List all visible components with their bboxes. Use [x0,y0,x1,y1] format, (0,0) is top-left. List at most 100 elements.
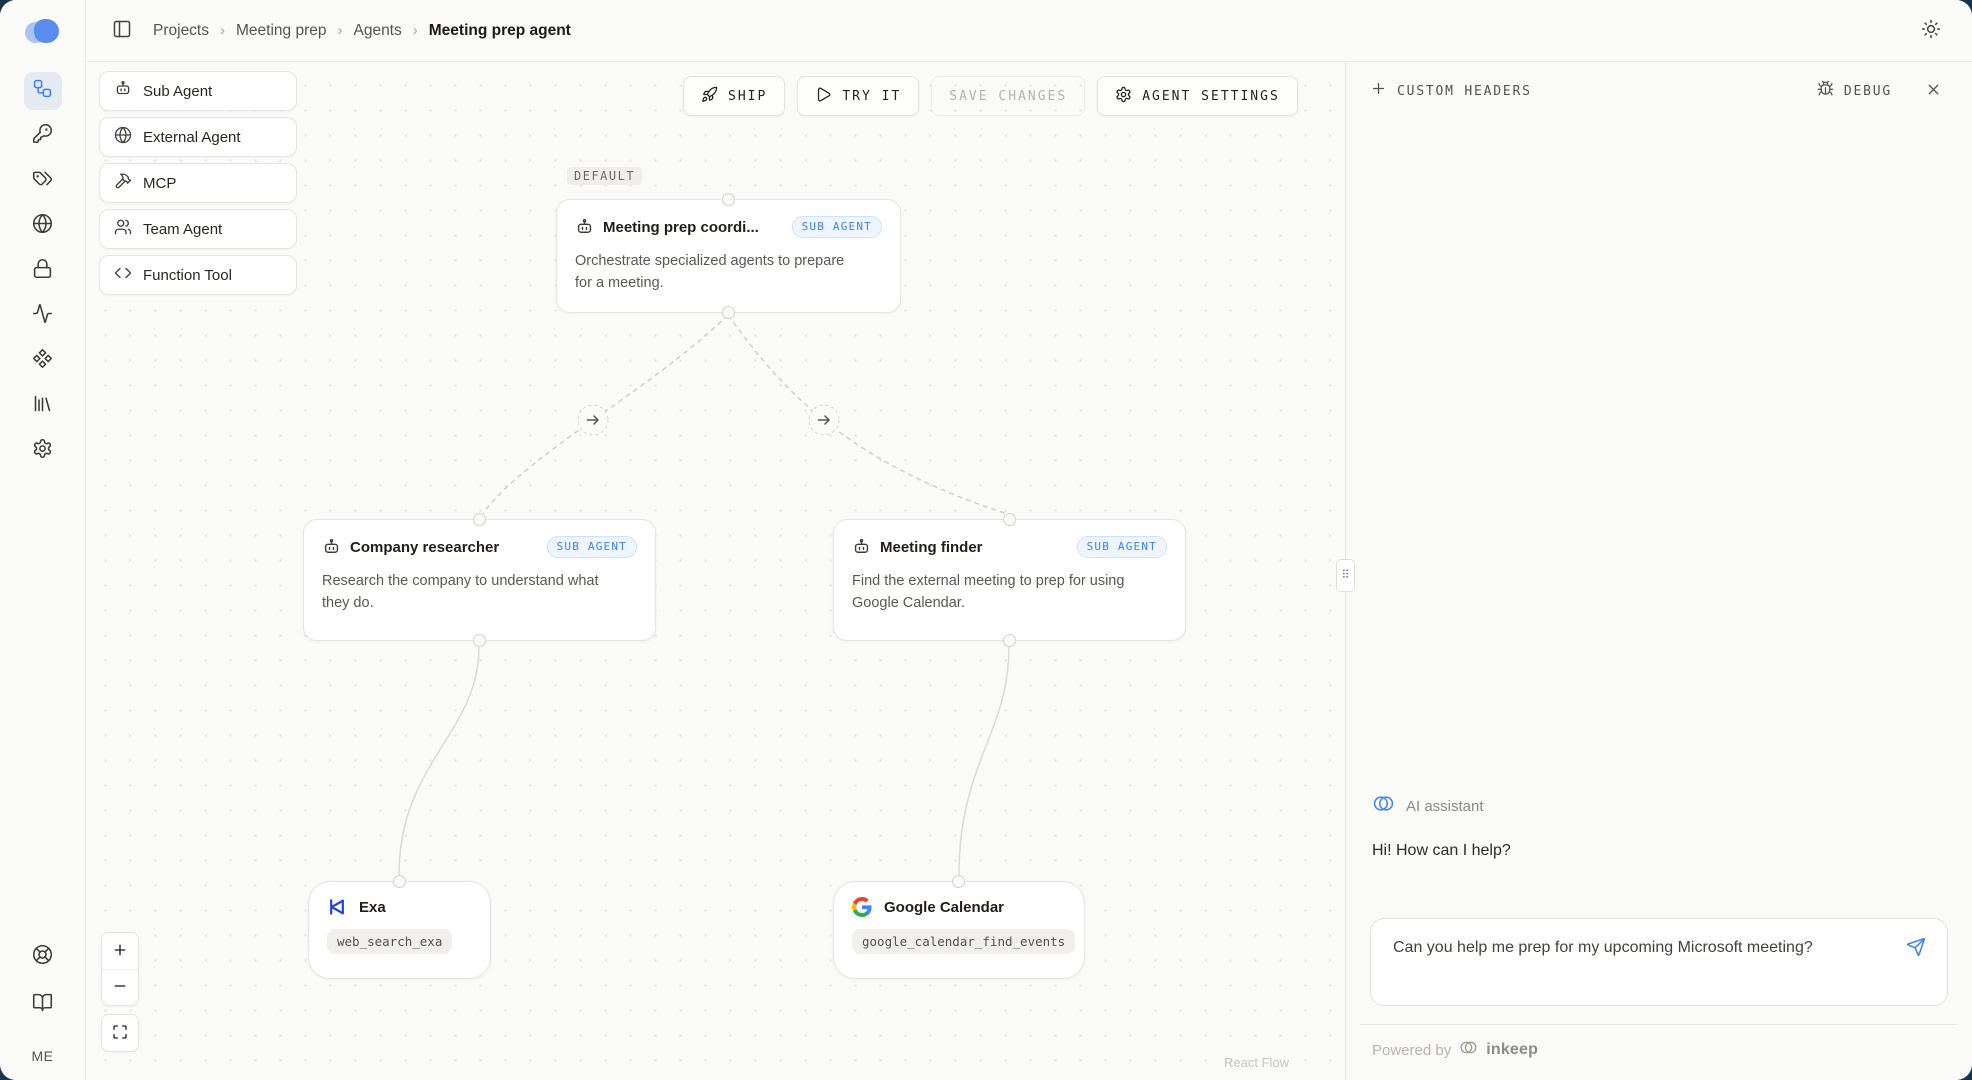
palette-item-external-agent[interactable]: External Agent [99,117,297,157]
node-title: Exa [359,899,386,916]
theme-toggle-button[interactable] [1916,16,1946,46]
bug-icon [1817,80,1834,102]
globe-icon [114,126,132,148]
tags-icon [32,168,53,194]
palette-item-label: Function Tool [143,267,232,284]
try-it-label: TRY IT [842,89,901,104]
custom-headers-label: CUSTOM HEADERS [1397,84,1532,99]
sub-agent-badge: SUB AGENT [547,536,637,558]
globe-icon [32,213,53,239]
node-handle[interactable] [473,513,486,526]
app-window: ME Projects › Meeting prep › Agents › Me… [0,0,1972,1080]
node-description: Orchestrate specialized agents to prepar… [575,251,860,295]
zoom-in-button[interactable] [102,933,138,969]
google-logo-icon [852,897,872,917]
life-buoy-icon [32,944,53,970]
save-changes-button[interactable]: SAVE CHANGES [931,76,1085,116]
node-handle[interactable] [1003,634,1016,647]
sidebar-item-external[interactable] [24,207,62,245]
flow-canvas[interactable]: Sub Agent External Agent MCP Team Agent … [87,63,1345,1080]
node-google-calendar-tool[interactable]: Google Calendar google_calendar_find_eve… [833,881,1085,979]
node-handle[interactable] [393,875,406,888]
debug-button[interactable]: DEBUG [1817,80,1892,102]
node-meeting-prep-coordinator[interactable]: Meeting prep coordi... SUB AGENT Orchest… [556,199,901,313]
agent-settings-button[interactable]: AGENT SETTINGS [1097,76,1298,116]
palette-item-sub-agent[interactable]: Sub Agent [99,71,297,111]
inkeep-logo [24,18,62,46]
sidebar-item-library[interactable] [24,387,62,425]
gear-icon [1115,86,1132,107]
sun-icon [1921,19,1941,42]
key-icon [32,123,53,149]
breadcrumb-agents[interactable]: Agents [353,22,401,40]
chat-panel: CUSTOM HEADERS DEBUG AI assistant Hi! Ho… [1345,63,1972,1080]
node-handle[interactable] [952,875,965,888]
inkeep-brand-label[interactable]: inkeep [1486,1041,1538,1059]
node-title: Meeting finder [880,539,983,556]
ship-button[interactable]: SHIP [683,76,785,116]
send-button[interactable] [1901,933,1931,963]
plus-icon [112,942,128,961]
bot-icon [322,538,341,557]
sidebar-item-activity[interactable] [24,297,62,335]
palette-item-function-tool[interactable]: Function Tool [99,255,297,295]
bot-icon [852,538,871,557]
sidebar: ME [0,0,86,1080]
close-panel-button[interactable] [1918,76,1948,106]
tool-tag: google_calendar_find_events [852,929,1075,954]
node-exa-tool[interactable]: Exa web_search_exa [308,881,491,979]
panel-resize-handle[interactable] [1336,559,1355,592]
sidebar-item-graph[interactable] [24,72,62,110]
sidebar-item-keys[interactable] [24,117,62,155]
custom-headers-button[interactable]: CUSTOM HEADERS [1370,80,1532,102]
node-handle[interactable] [722,193,735,206]
palette-item-mcp[interactable]: MCP [99,163,297,203]
top-header: Projects › Meeting prep › Agents › Meeti… [87,0,1972,62]
node-handle[interactable] [722,306,735,319]
debug-label: DEBUG [1844,84,1892,99]
inkeep-mark-icon [1459,1038,1478,1062]
save-changes-label: SAVE CHANGES [949,89,1067,104]
sidebar-item-security[interactable] [24,252,62,290]
plus-icon [1370,80,1387,102]
assistant-label: AI assistant [1406,798,1484,815]
breadcrumb-projects[interactable]: Projects [153,22,209,40]
breadcrumb-separator: › [337,22,342,39]
panel-toggle-button[interactable] [107,16,137,46]
palette-item-team-agent[interactable]: Team Agent [99,209,297,249]
zoom-out-button[interactable] [102,969,138,1005]
default-agent-chip: DEFAULT [567,167,642,185]
node-company-researcher[interactable]: Company researcher SUB AGENT Research th… [303,519,656,641]
sidebar-item-help[interactable] [24,938,62,976]
chat-panel-header: CUSTOM HEADERS DEBUG [1346,63,1972,119]
node-title: Google Calendar [884,899,1004,916]
breadcrumb-separator: › [220,22,225,39]
component-icon [32,348,53,374]
sidebar-item-components[interactable] [24,342,62,380]
breadcrumb: Projects › Meeting prep › Agents › Meeti… [153,22,571,40]
minus-icon [112,978,128,997]
assistant-message: Hi! How can I help? [1372,842,1946,860]
sidebar-item-docs[interactable] [24,986,62,1024]
avatar[interactable]: ME [32,1048,54,1064]
node-description: Research the company to understand what … [322,571,617,615]
node-handle[interactable] [1003,513,1016,526]
breadcrumb-project[interactable]: Meeting prep [236,22,326,40]
fit-view-button[interactable] [102,1015,138,1051]
try-it-button[interactable]: TRY IT [797,76,919,116]
maximize-icon [112,1024,128,1043]
powered-by-label: Powered by [1372,1042,1451,1059]
library-icon [32,393,53,419]
node-handle[interactable] [473,634,486,647]
sidebar-item-credentials[interactable] [24,162,62,200]
node-palette: Sub Agent External Agent MCP Team Agent … [99,71,297,295]
sidebar-item-settings[interactable] [24,432,62,470]
agent-settings-label: AGENT SETTINGS [1142,89,1280,104]
rocket-icon [701,86,718,107]
chat-input[interactable]: Can you help me prep for my upcoming Mic… [1393,936,1813,961]
book-open-icon [32,992,53,1018]
breadcrumb-current: Meeting prep agent [429,22,571,40]
node-meeting-finder[interactable]: Meeting finder SUB AGENT Find the extern… [833,519,1186,641]
palette-item-label: MCP [143,175,176,192]
settings-icon [32,438,53,464]
